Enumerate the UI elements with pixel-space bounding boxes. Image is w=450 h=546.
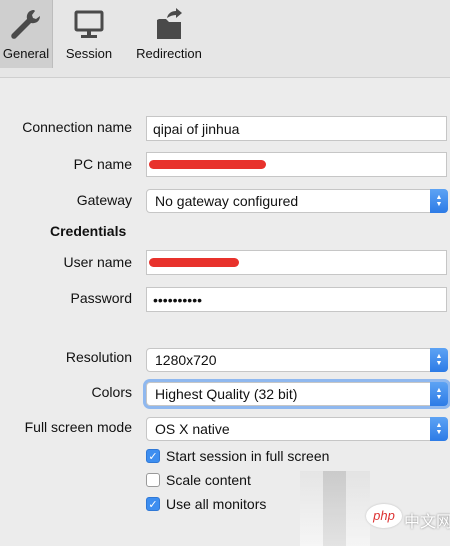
user-name-redaction	[149, 258, 239, 267]
connection-name-field[interactable]: qipai of jinhua	[146, 116, 447, 141]
colors-value: Highest Quality (32 bit)	[155, 386, 298, 402]
full-screen-mode-popup[interactable]: OS X native ▲ ▼	[146, 417, 448, 441]
start-full-screen-checkbox-row[interactable]: ✓ Start session in full screen	[146, 448, 329, 464]
pixelated-overlay	[300, 471, 370, 546]
watermark: php 中文网	[300, 471, 450, 546]
full-screen-mode-value: OS X native	[155, 421, 230, 437]
tab-session[interactable]: Session	[63, 0, 115, 68]
resolution-label: Resolution	[65, 349, 132, 365]
pc-name-redaction	[149, 160, 266, 169]
password-field[interactable]: ••••••••••	[146, 287, 447, 312]
colors-popup[interactable]: Highest Quality (32 bit) ▲ ▼	[146, 382, 448, 406]
credentials-heading: Credentials	[50, 223, 127, 239]
monitor-icon	[74, 10, 104, 38]
preferences-toolbar: General Session Redirection	[0, 0, 450, 78]
chevron-updown-icon: ▲ ▼	[430, 189, 448, 213]
password-label: Password	[70, 290, 132, 306]
user-name-field[interactable]	[146, 250, 447, 275]
user-name-label: User name	[63, 254, 132, 270]
resolution-value: 1280x720	[155, 352, 217, 368]
gateway-label: Gateway	[76, 192, 132, 208]
php-logo: php	[366, 504, 402, 528]
use-all-monitors-label: Use all monitors	[166, 496, 267, 512]
chevron-updown-icon: ▲ ▼	[430, 417, 448, 441]
tab-general-label: General	[2, 46, 50, 61]
tab-session-label: Session	[65, 46, 113, 61]
chevron-updown-icon: ▲ ▼	[430, 382, 448, 406]
empty-checkbox-icon[interactable]	[146, 473, 160, 487]
pc-name-field[interactable]	[146, 152, 447, 177]
tab-redirection-label: Redirection	[136, 46, 202, 61]
colors-label: Colors	[91, 384, 132, 400]
gateway-popup[interactable]: No gateway configured ▲ ▼	[146, 189, 448, 213]
wrench-icon	[11, 10, 40, 39]
scale-content-label: Scale content	[166, 472, 251, 488]
resolution-popup[interactable]: 1280x720 ▲ ▼	[146, 348, 448, 372]
scale-content-checkbox-row[interactable]: Scale content	[146, 472, 251, 488]
connection-name-label: Connection name	[22, 119, 132, 135]
checkmark-icon[interactable]: ✓	[146, 497, 160, 511]
tab-general[interactable]: General	[0, 0, 53, 68]
checkmark-icon[interactable]: ✓	[146, 449, 160, 463]
start-full-screen-label: Start session in full screen	[166, 448, 330, 464]
watermark-text: 中文网	[404, 514, 450, 531]
gateway-value: No gateway configured	[155, 193, 299, 209]
chevron-updown-icon: ▲ ▼	[430, 348, 448, 372]
full-screen-mode-label: Full screen mode	[24, 419, 132, 435]
folder-share-icon	[157, 8, 182, 39]
use-all-monitors-checkbox-row[interactable]: ✓ Use all monitors	[146, 496, 266, 512]
tab-redirection[interactable]: Redirection	[128, 0, 210, 68]
pc-name-label: PC name	[73, 156, 132, 172]
